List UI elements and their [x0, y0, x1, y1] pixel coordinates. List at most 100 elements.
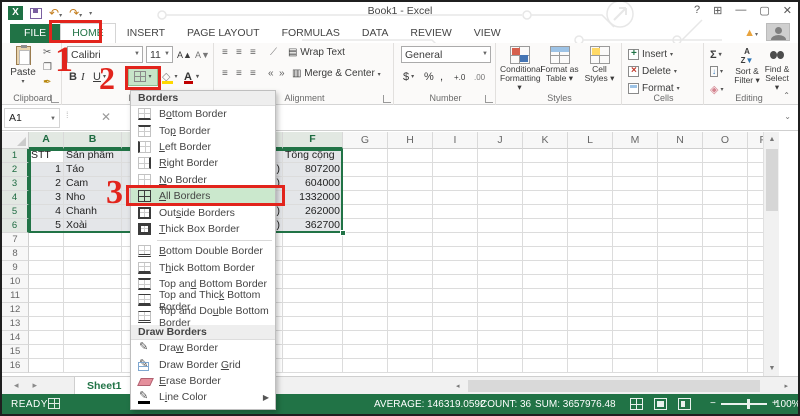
- cell-L4[interactable]: [568, 191, 613, 205]
- cell-G12[interactable]: [343, 303, 388, 317]
- cell-K11[interactable]: [523, 289, 568, 303]
- cell-I2[interactable]: [433, 163, 478, 177]
- decrease-indent-icon[interactable]: «: [268, 69, 279, 79]
- cancel-icon[interactable]: ✕: [101, 110, 111, 124]
- column-header-B[interactable]: B: [64, 132, 122, 149]
- cell-J2[interactable]: [478, 163, 523, 177]
- align-middle-icon[interactable]: ≡: [236, 48, 247, 58]
- cell-J9[interactable]: [478, 261, 523, 275]
- row-header-10[interactable]: 10: [2, 275, 29, 289]
- cell-G9[interactable]: [343, 261, 388, 275]
- menu-item-none[interactable]: No Border: [131, 172, 275, 188]
- cell-B8[interactable]: [64, 247, 122, 261]
- tab-view[interactable]: VIEW: [463, 24, 512, 43]
- cell-L11[interactable]: [568, 289, 613, 303]
- cell-O9[interactable]: [703, 261, 748, 275]
- underline-button[interactable]: U: [93, 68, 101, 85]
- cell-H8[interactable]: [388, 247, 433, 261]
- cell-N16[interactable]: [658, 359, 703, 373]
- cell-I13[interactable]: [433, 317, 478, 331]
- cell-L6[interactable]: [568, 219, 613, 233]
- page-layout-view-icon[interactable]: [654, 398, 667, 410]
- cell-J16[interactable]: [478, 359, 523, 373]
- cell-J6[interactable]: [478, 219, 523, 233]
- cell-L8[interactable]: [568, 247, 613, 261]
- cell-M10[interactable]: [613, 275, 658, 289]
- menu-item-draw[interactable]: Draw Border: [131, 340, 275, 356]
- cell-L3[interactable]: [568, 177, 613, 191]
- cell-O1[interactable]: [703, 149, 748, 163]
- cell-A12[interactable]: [29, 303, 64, 317]
- vertical-scroll-thumb[interactable]: [766, 149, 778, 211]
- cell-styles-button[interactable]: Cell Styles ▾: [580, 46, 619, 83]
- cell-J1[interactable]: [478, 149, 523, 163]
- cell-O4[interactable]: [703, 191, 748, 205]
- cell-A6[interactable]: 5: [29, 219, 64, 233]
- page-break-view-icon[interactable]: [678, 398, 691, 410]
- cell-I15[interactable]: [433, 345, 478, 359]
- percent-style-button[interactable]: %: [424, 68, 434, 85]
- ribbon-options-button[interactable]: ⊞: [713, 4, 722, 17]
- menu-item-all[interactable]: All Borders: [131, 188, 275, 204]
- cell-B14[interactable]: [64, 331, 122, 345]
- shrink-font-button[interactable]: A▼: [195, 46, 210, 63]
- alignment-launcher-icon[interactable]: [383, 95, 391, 103]
- column-header-M[interactable]: M: [613, 132, 658, 149]
- clipboard-launcher-icon[interactable]: [51, 95, 59, 103]
- cell-O16[interactable]: [703, 359, 748, 373]
- cell-G11[interactable]: [343, 289, 388, 303]
- row-header-3[interactable]: 3: [2, 177, 29, 191]
- align-right-icon[interactable]: ≡: [250, 69, 261, 79]
- select-all-corner[interactable]: [2, 132, 29, 149]
- row-header-9[interactable]: 9: [2, 261, 29, 275]
- sheet-nav-arrows[interactable]: ◂▸: [14, 380, 51, 391]
- cell-M2[interactable]: [613, 163, 658, 177]
- cell-M11[interactable]: [613, 289, 658, 303]
- menu-item-bottom[interactable]: Bottom Border: [131, 106, 275, 122]
- cell-F10[interactable]: [283, 275, 343, 289]
- cell-N15[interactable]: [658, 345, 703, 359]
- cell-G15[interactable]: [343, 345, 388, 359]
- cell-K14[interactable]: [523, 331, 568, 345]
- cell-F4[interactable]: 1332000: [283, 191, 343, 205]
- delete-cells-button[interactable]: Delete▾: [628, 63, 677, 79]
- cell-F16[interactable]: [283, 359, 343, 373]
- cell-B7[interactable]: [64, 233, 122, 247]
- cell-H3[interactable]: [388, 177, 433, 191]
- paste-button[interactable]: Paste ▾: [8, 46, 38, 85]
- cell-I3[interactable]: [433, 177, 478, 191]
- cell-J7[interactable]: [478, 233, 523, 247]
- cell-K6[interactable]: [523, 219, 568, 233]
- row-header-6[interactable]: 6: [2, 219, 29, 233]
- menu-item-top-double-bottom[interactable]: Top and Double Bottom Border: [131, 309, 275, 325]
- close-button[interactable]: ✕: [783, 4, 792, 17]
- fill-color-button[interactable]: ◇▾: [162, 68, 177, 85]
- cell-G14[interactable]: [343, 331, 388, 345]
- cell-F5[interactable]: 262000: [283, 205, 343, 219]
- italic-button[interactable]: I: [81, 68, 85, 85]
- cell-M1[interactable]: [613, 149, 658, 163]
- cell-L14[interactable]: [568, 331, 613, 345]
- cell-G7[interactable]: [343, 233, 388, 247]
- cell-H13[interactable]: [388, 317, 433, 331]
- wrap-text-button[interactable]: ▤ Wrap Text: [288, 47, 345, 58]
- sheet-tab-sheet1[interactable]: Sheet1: [74, 377, 134, 395]
- cell-J15[interactable]: [478, 345, 523, 359]
- cell-A5[interactable]: 4: [29, 205, 64, 219]
- column-header-O[interactable]: O: [703, 132, 748, 149]
- scroll-up-icon[interactable]: ▲: [764, 132, 780, 147]
- cell-L2[interactable]: [568, 163, 613, 177]
- menu-item-top[interactable]: Top Border: [131, 122, 275, 138]
- cell-N9[interactable]: [658, 261, 703, 275]
- row-header-8[interactable]: 8: [2, 247, 29, 261]
- cell-O8[interactable]: [703, 247, 748, 261]
- macro-record-icon[interactable]: [48, 398, 60, 409]
- merge-center-button[interactable]: ▥ Merge & Center ▾: [292, 68, 381, 79]
- cell-H12[interactable]: [388, 303, 433, 317]
- insert-cells-button[interactable]: Insert▾: [628, 46, 673, 62]
- borders-button[interactable]: ▾: [128, 67, 158, 86]
- cell-B9[interactable]: [64, 261, 122, 275]
- cell-I12[interactable]: [433, 303, 478, 317]
- format-painter-icon[interactable]: ✒: [43, 77, 51, 88]
- hscroll-right-icon[interactable]: ▸: [784, 382, 788, 390]
